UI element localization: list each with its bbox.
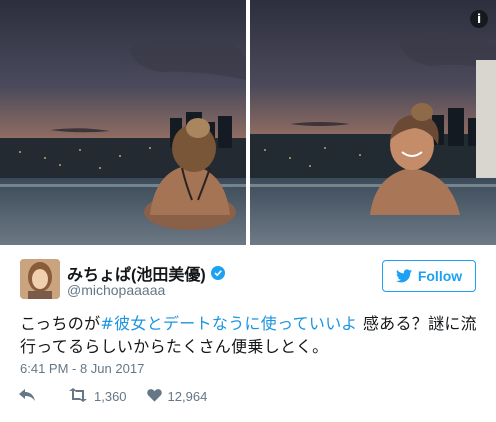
twitter-bird-icon: [395, 269, 412, 283]
tweet-timestamp[interactable]: 6:41 PM - 8 Jun 2017: [20, 361, 144, 376]
info-icon[interactable]: i: [470, 10, 488, 28]
photo-left[interactable]: [0, 0, 246, 245]
reply-button[interactable]: [18, 388, 42, 405]
like-count: 12,964: [167, 389, 208, 404]
photo-right[interactable]: i: [250, 0, 496, 245]
tweet-actions: 1,360 12,964: [18, 388, 227, 405]
retweet-count: 1,360: [94, 389, 127, 404]
tweet-text: こっちのが#彼女とデートなうに使っていいよ 感ある？謎に流行ってるらしいからたく…: [20, 312, 482, 358]
follow-label: Follow: [417, 268, 463, 284]
verified-badge-icon: [210, 266, 225, 280]
reply-icon: [18, 388, 42, 405]
follow-button[interactable]: Follow: [382, 260, 476, 292]
like-button[interactable]: 12,964: [146, 388, 208, 405]
retweet-icon: [68, 388, 94, 405]
handle[interactable]: @michopaaaaa: [67, 282, 165, 298]
avatar[interactable]: [20, 259, 60, 299]
tweet-text-start: こっちのが: [20, 314, 101, 333]
hashtag-link[interactable]: #彼女とデートなうに使っていいよ: [100, 314, 357, 333]
heart-icon: [146, 388, 168, 405]
retweet-button[interactable]: 1,360: [68, 388, 127, 405]
media-grid: i: [0, 0, 496, 245]
